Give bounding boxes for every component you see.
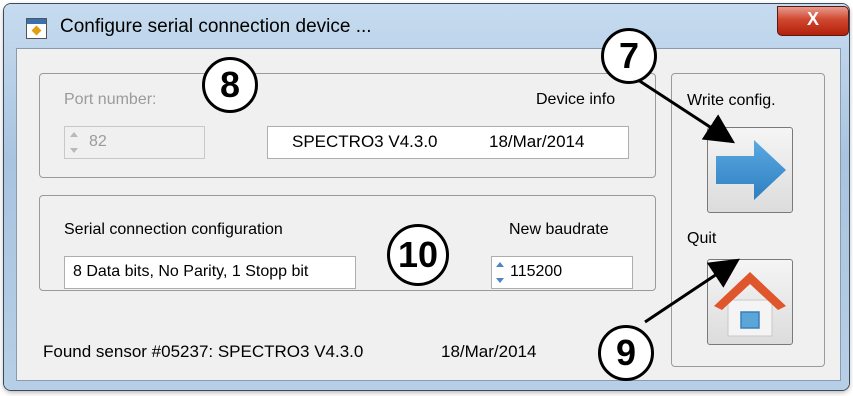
port-number-label: Port number: [64, 91, 157, 108]
arrow-right-icon [716, 140, 786, 200]
write-config-label: Write config. [687, 92, 776, 109]
spin-down-icon [70, 148, 78, 153]
callout-8: 8 [202, 57, 258, 113]
app-icon [26, 18, 47, 39]
status-sensor-date: 18/Mar/2014 [441, 342, 537, 361]
write-config-button[interactable] [707, 127, 793, 213]
window-title: Configure serial connection device ... [60, 16, 372, 37]
home-icon [714, 272, 786, 337]
serial-config-label: Serial connection configuration [64, 221, 283, 238]
device-info-field: SPECTRO3 V4.3.0 18/Mar/2014 [267, 126, 629, 159]
port-number-value: 82 [89, 133, 107, 150]
baudrate-input[interactable]: 115200 [491, 256, 633, 289]
new-baudrate-label: New baudrate [509, 221, 609, 238]
callout-7: 7 [601, 28, 657, 84]
serial-config-field: 8 Data bits, No Parity, 1 Stopp bit [64, 256, 356, 289]
close-icon: X [806, 9, 819, 29]
quit-button[interactable] [707, 259, 793, 345]
callout-9: 9 [598, 325, 654, 381]
status-sensor-text: Found sensor #05237: SPECTRO3 V4.3.0 [43, 342, 364, 361]
serial-config-value: 8 Data bits, No Parity, 1 Stopp bit [73, 263, 309, 280]
quit-label: Quit [687, 230, 717, 247]
spin-up-icon [496, 262, 504, 267]
port-spinner[interactable] [68, 127, 80, 158]
baudrate-spinner[interactable] [494, 257, 506, 288]
port-number-input[interactable]: 82 [64, 126, 205, 159]
device-date: 18/Mar/2014 [488, 132, 585, 151]
callout-10: 10 [387, 224, 449, 286]
baudrate-value: 115200 [510, 263, 563, 280]
spin-down-icon [496, 278, 504, 283]
spin-up-icon [70, 132, 78, 137]
device-info-label: Device info [536, 91, 616, 108]
device-name: SPECTRO3 V4.3.0 [292, 132, 438, 151]
dialog-client-area: Port number: 82 Device info SPECTRO3 V4.… [16, 48, 841, 381]
close-button[interactable]: X [777, 6, 849, 36]
